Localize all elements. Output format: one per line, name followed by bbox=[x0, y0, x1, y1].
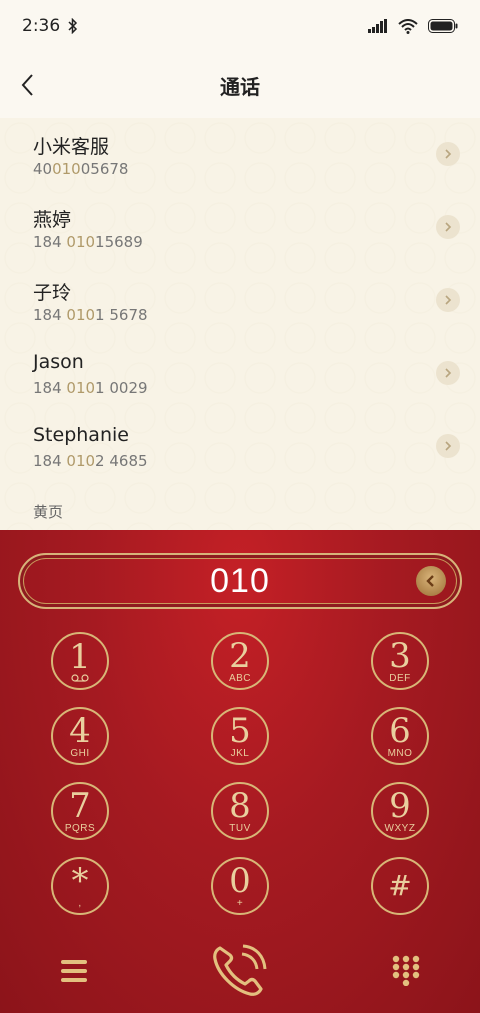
contact-number: 184 0101 0029 bbox=[33, 379, 148, 397]
list-item[interactable]: Stephanie 184 0102 4685 bbox=[0, 410, 480, 483]
key-star[interactable]: * , bbox=[51, 857, 109, 915]
contact-name: 燕婷 bbox=[33, 209, 72, 231]
dialer-panel: 010 1 2 ABC 3 DEF 4 GHI 5 JKL 6 MNO 7 PQ… bbox=[0, 530, 480, 1013]
battery-icon bbox=[428, 19, 458, 33]
contact-name: 子玲 bbox=[33, 282, 72, 304]
contact-name: 小米客服 bbox=[33, 136, 110, 158]
key-9[interactable]: 9 WXYZ bbox=[371, 782, 429, 840]
back-icon[interactable] bbox=[16, 70, 42, 100]
bluetooth-icon bbox=[68, 18, 78, 34]
key-hash[interactable]: # bbox=[371, 857, 429, 915]
section-label-yellow-pages[interactable]: 黄页 bbox=[33, 501, 63, 522]
menu-icon[interactable] bbox=[60, 958, 88, 984]
chevron-right-icon[interactable] bbox=[436, 142, 460, 166]
contact-name: Stephanie bbox=[33, 424, 129, 446]
status-time: 2:36 bbox=[22, 16, 61, 36]
key-4[interactable]: 4 GHI bbox=[51, 707, 109, 765]
contact-name: Jason bbox=[33, 351, 84, 373]
list-item[interactable]: Jason 184 0101 0029 bbox=[0, 337, 480, 410]
contact-number: 184 0101 5678 bbox=[33, 306, 148, 324]
list-item[interactable]: 子玲 184 0101 5678 bbox=[0, 264, 480, 337]
chevron-right-icon[interactable] bbox=[436, 434, 460, 458]
key-2[interactable]: 2 ABC bbox=[211, 632, 269, 690]
contact-number: 184 01015689 bbox=[33, 233, 143, 251]
contact-number: 184 0102 4685 bbox=[33, 452, 148, 470]
key-0[interactable]: 0 + bbox=[211, 857, 269, 915]
key-8[interactable]: 8 TUV bbox=[211, 782, 269, 840]
wifi-icon bbox=[398, 18, 418, 34]
page-title: 通话 bbox=[220, 74, 260, 99]
chevron-right-icon[interactable] bbox=[436, 215, 460, 239]
status-bar: 2:36 bbox=[0, 0, 480, 52]
dialpad-icon[interactable] bbox=[390, 954, 422, 986]
key-1[interactable]: 1 bbox=[51, 632, 109, 690]
key-5[interactable]: 5 JKL bbox=[211, 707, 269, 765]
signal-icon bbox=[368, 19, 387, 33]
key-7[interactable]: 7 PQRS bbox=[51, 782, 109, 840]
voicemail-icon bbox=[71, 674, 89, 682]
chevron-right-icon[interactable] bbox=[436, 361, 460, 385]
contact-number: 4001005678 bbox=[33, 160, 129, 178]
key-6[interactable]: 6 MNO bbox=[371, 707, 429, 765]
list-item[interactable]: 燕婷 184 01015689 bbox=[0, 191, 480, 264]
list-item[interactable]: 小米客服 4001005678 bbox=[0, 118, 480, 191]
dial-digits: 010 bbox=[210, 561, 270, 600]
key-3[interactable]: 3 DEF bbox=[371, 632, 429, 690]
header: 通话 bbox=[0, 52, 480, 118]
dial-input[interactable]: 010 bbox=[18, 553, 462, 609]
call-icon[interactable] bbox=[208, 940, 270, 1002]
backspace-icon[interactable] bbox=[416, 566, 446, 596]
chevron-right-icon[interactable] bbox=[436, 288, 460, 312]
contact-list: 小米客服 4001005678 燕婷 184 01015689 子玲 184 0… bbox=[0, 118, 480, 530]
